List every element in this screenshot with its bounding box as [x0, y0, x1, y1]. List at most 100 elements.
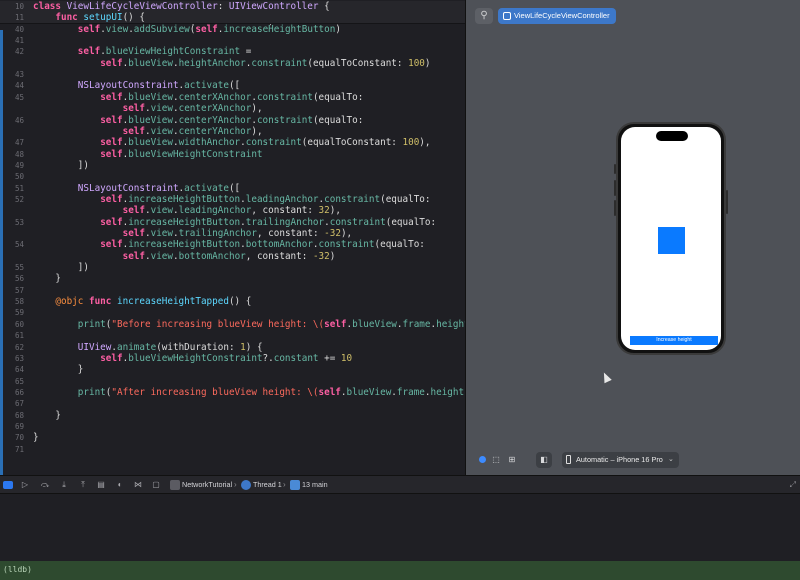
code-line[interactable]: 67: [0, 398, 465, 410]
console-input-bar[interactable]: (lldb): [0, 561, 800, 580]
variants-icon[interactable]: ⊞: [504, 452, 520, 468]
code-line[interactable]: 65: [0, 376, 465, 388]
code-token: constraint: [251, 57, 308, 69]
code-token: self: [100, 216, 123, 228]
code-line[interactable]: 58 @objc func increaseHeightTapped() {: [0, 296, 465, 308]
code-line[interactable]: 60 print("Before increasing blueView heig…: [0, 319, 465, 331]
preview-tab-label: ViewLifeCycleViewController: [514, 11, 610, 20]
code-line[interactable]: 64}: [0, 364, 465, 376]
code-line[interactable]: 71: [0, 444, 465, 456]
code-token: NSLayoutConstraint: [77, 182, 179, 194]
step-out-icon[interactable]: ⤒: [77, 479, 89, 491]
step-into-icon[interactable]: ⤓: [58, 479, 70, 491]
line-number: 51: [14, 183, 24, 193]
code-token: () {: [228, 296, 252, 308]
device-settings-icon[interactable]: ◧: [536, 452, 552, 468]
code-line[interactable]: 44 NSLayoutConstraint.activate([: [0, 80, 465, 92]
code-line[interactable]: 49]): [0, 160, 465, 172]
device-selector[interactable]: Automatic – iPhone 16 Pro ⌄: [562, 452, 679, 468]
code-token: ([: [228, 80, 241, 92]
code-line[interactable]: 68}: [0, 410, 465, 422]
blue-view: [658, 227, 685, 254]
code-token: trailingAnchor: [178, 228, 257, 239]
code-line[interactable]: 48 self.blueViewHeightConstraint: [0, 149, 465, 161]
code-text: self.view.centerXAnchor),: [123, 103, 263, 115]
sticky-scope-line[interactable]: 10 class ViewLifeCycleViewController: UIV…: [0, 1, 465, 13]
debug-bar: ▷ ⤼ ⤓ ⤒ ▤ ◐ ⋈ ▢ NetworkTutorial › Thread…: [0, 475, 800, 494]
code-line[interactable]: 66 print("After increasing blueView heigh…: [0, 387, 465, 399]
code-line[interactable]: 53 self.increaseHeightButton.trailingAnch…: [0, 217, 465, 229]
code-line[interactable]: 51 NSLayoutConstraint.activate([: [0, 183, 465, 195]
device-screen[interactable]: Increase height: [621, 127, 721, 350]
code-text: self.view.leadingAnchor, constant: 32),: [123, 205, 341, 217]
code-token: constraint: [256, 114, 313, 126]
code-line[interactable]: self.view.centerYAnchor),: [0, 126, 465, 138]
code-line[interactable]: 59: [0, 307, 465, 319]
code-line[interactable]: 70}: [0, 432, 465, 444]
console-toggle-icon[interactable]: [3, 481, 13, 489]
code-line[interactable]: self.view.bottomAnchor, constant: -32): [0, 251, 465, 263]
breadcrumb-thread[interactable]: Thread 1: [253, 479, 282, 491]
code-token: frame: [402, 318, 431, 330]
location-icon[interactable]: ▢: [150, 479, 162, 491]
code-line[interactable]: 46 self.blueView.centerYAnchor.constraint…: [0, 115, 465, 127]
frame-icon: [290, 480, 300, 490]
code-text: }: [55, 410, 61, 422]
code-line[interactable]: 55]): [0, 262, 465, 274]
code-token: ): [424, 57, 431, 69]
code-line[interactable]: 41: [0, 35, 465, 47]
code-line[interactable]: 61: [0, 330, 465, 342]
pin-icon[interactable]: ⚲: [475, 8, 493, 24]
lldb-prompt[interactable]: (lldb): [3, 565, 32, 574]
code-text: self.blueView.widthAnchor.constraint(equ…: [100, 137, 430, 149]
memory-graph-icon[interactable]: ◐: [114, 479, 126, 491]
line-number: 10: [14, 2, 24, 11]
code-line[interactable]: 45 self.blueView.centerXAnchor.constraint…: [0, 92, 465, 104]
code-token: func: [88, 296, 117, 308]
code-line[interactable]: 62 UIView.animate(withDuration: 1) {: [0, 342, 465, 354]
code-line[interactable]: 52 self.increaseHeightButton.leadingAncho…: [0, 194, 465, 206]
environment-icon[interactable]: ⋈: [132, 479, 144, 491]
code-line[interactable]: self.view.trailingAnchor, constant: -32)…: [0, 228, 465, 240]
view-hierarchy-icon[interactable]: ▤: [95, 479, 107, 491]
code-text: }: [78, 364, 84, 376]
code-token: @objc: [55, 296, 89, 308]
code-token: ),: [329, 205, 341, 217]
sticky-scope-line[interactable]: 11 func setupUI() {: [0, 12, 465, 25]
code-line[interactable]: 63 self.blueViewHeightConstraint?.constan…: [0, 353, 465, 365]
code-line[interactable]: 54 self.increaseHeightButton.bottomAnchor…: [0, 239, 465, 251]
preview-tab[interactable]: ViewLifeCycleViewController: [498, 8, 616, 24]
preview-canvas[interactable]: ⚲ ViewLifeCycleViewController Increase h…: [465, 0, 800, 475]
breadcrumb-scheme[interactable]: NetworkTutorial: [182, 479, 232, 491]
console-output[interactable]: [0, 494, 800, 561]
code-line[interactable]: 69: [0, 421, 465, 433]
code-token: -32: [312, 250, 330, 262]
code-line[interactable]: 43: [0, 69, 465, 81]
code-line[interactable]: 50: [0, 171, 465, 183]
code-line[interactable]: self.view.centerXAnchor),: [0, 103, 465, 115]
code-line[interactable]: 47 self.blueView.widthAnchor.constraint(e…: [0, 137, 465, 149]
chevron-right-icon: ›: [234, 480, 237, 489]
line-number: 47: [14, 138, 24, 148]
code-line[interactable]: 40 self.view.addSubview(self.increaseHeig…: [0, 24, 465, 36]
code-token: blueView: [128, 137, 173, 149]
selectable-mode-icon[interactable]: ⬚: [488, 452, 504, 468]
code-text: print("After increasing blueView height:…: [78, 387, 465, 399]
code-editor[interactable]: self.view.addSubview(self.blueView)10cla…: [0, 0, 465, 475]
code-line[interactable]: self.view.leadingAnchor, constant: 32),: [0, 205, 465, 217]
breadcrumb-frame[interactable]: 13 main: [302, 479, 328, 491]
code-line[interactable]: 57: [0, 285, 465, 297]
code-line[interactable]: self.blueView.heightAnchor.constraint(eq…: [0, 58, 465, 70]
code-text: self.increaseHeightButton.leadingAnchor.…: [100, 194, 430, 206]
expand-icon[interactable]: ⤢: [790, 479, 796, 491]
line-number: 62: [14, 342, 24, 352]
continue-icon[interactable]: ▷: [19, 479, 31, 491]
code-text: self.view.trailingAnchor, constant: -32)…: [123, 228, 353, 240]
code-line[interactable]: 42 self.blueViewHeightConstraint =: [0, 46, 465, 58]
dynamic-island: [656, 131, 688, 141]
increase-height-button[interactable]: Increase height: [630, 336, 718, 345]
code-token: UIView: [77, 341, 112, 353]
step-over-icon[interactable]: ⤼: [39, 479, 51, 491]
code-token: self: [100, 352, 123, 364]
code-line[interactable]: 56}: [0, 273, 465, 285]
